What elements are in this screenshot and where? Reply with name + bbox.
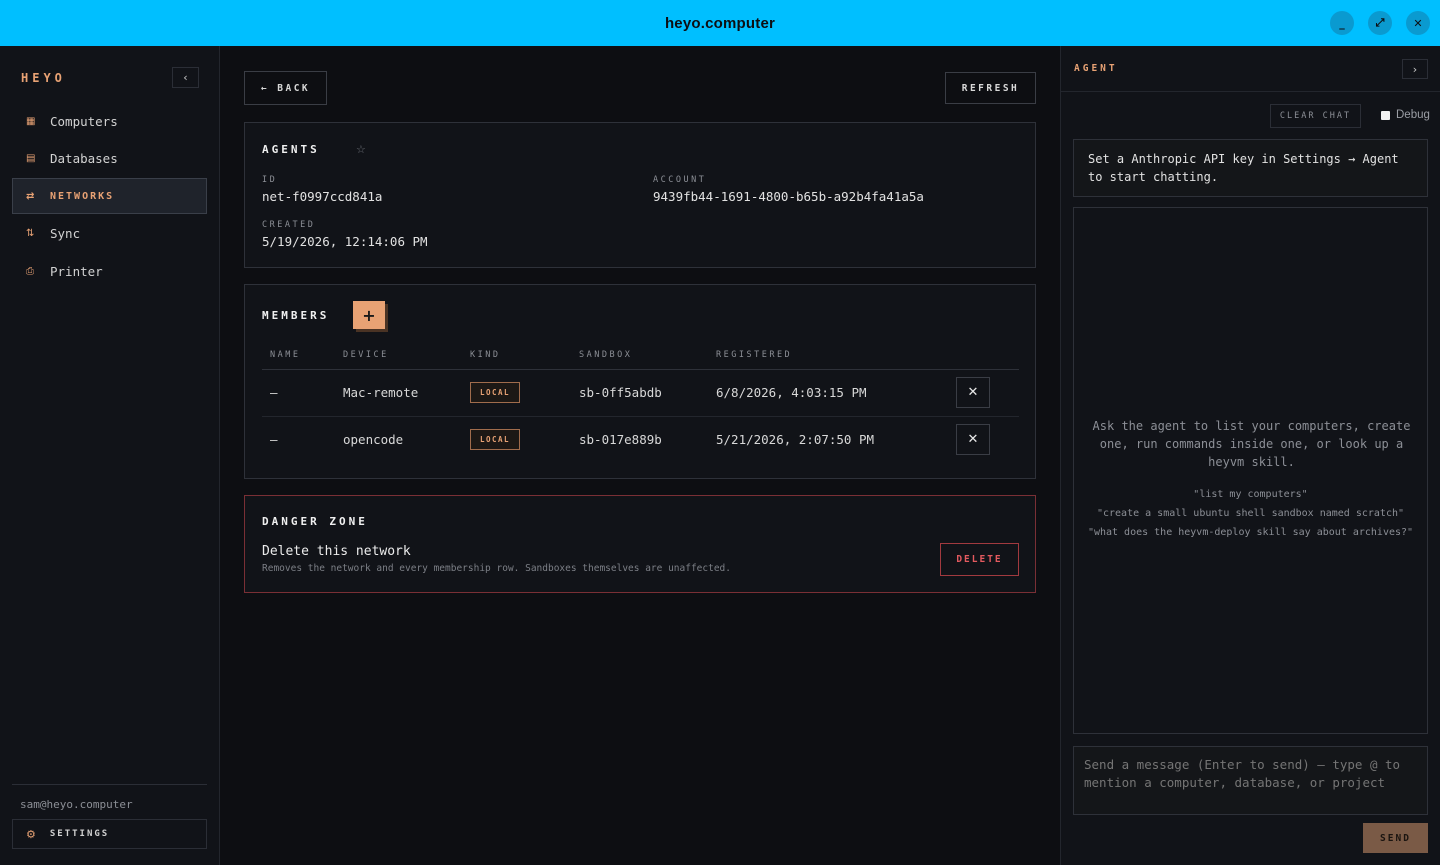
divider: [12, 784, 207, 785]
members-title: MEMBERS: [262, 309, 330, 322]
member-name: —: [262, 369, 335, 417]
debug-label: Debug: [1396, 109, 1430, 121]
api-key-notice: Set a Anthropic API key in Settings → Ag…: [1073, 139, 1428, 197]
star-icon[interactable]: ☆: [356, 143, 366, 156]
member-name: —: [270, 432, 278, 448]
title-bar: heyo.computer _ ⤢ ✕: [0, 0, 1440, 46]
sidebar-item-sync[interactable]: ⇅ Sync: [12, 216, 207, 252]
delete-network-button[interactable]: DELETE: [940, 543, 1019, 576]
member-kind-cell: LOCAL: [462, 369, 571, 417]
settings-label: SETTINGS: [49, 829, 110, 839]
add-member-button[interactable]: +: [353, 301, 385, 329]
sidebar-item-networks[interactable]: ⇄ NETWORKS: [12, 178, 207, 214]
agent-header: AGENT ›: [1061, 46, 1440, 92]
column-header: NAME: [262, 341, 335, 370]
window-controls: _ ⤢ ✕: [1330, 11, 1430, 35]
column-header-actions: [948, 341, 1019, 370]
danger-zone-title: DANGER ZONE: [262, 515, 368, 528]
danger-zone-panel: DANGER ZONE Delete this network Removes …: [244, 495, 1036, 593]
close-icon: ✕: [967, 432, 979, 448]
debug-checkbox[interactable]: [1381, 110, 1390, 120]
sidebar-item-printer[interactable]: ⎙ Printer: [12, 253, 207, 289]
plus-icon: +: [362, 305, 376, 325]
member-actions: ✕: [948, 416, 1019, 463]
network-title: AGENTS: [262, 143, 320, 156]
member-registered: 5/21/2026, 2:07:50 PM: [716, 432, 875, 448]
refresh-button[interactable]: REFRESH: [945, 72, 1036, 104]
close-icon: ✕: [967, 385, 979, 400]
sidebar-item-label: Sync: [50, 226, 81, 241]
gear-icon: ⚙: [26, 827, 38, 841]
sync-icon: ⇅: [26, 228, 35, 239]
created-label: CREATED: [262, 220, 316, 230]
id-label: ID: [262, 175, 278, 185]
column-header: DEVICE: [335, 341, 462, 370]
debug-toggle[interactable]: Debug: [1381, 109, 1430, 121]
clear-chat-button[interactable]: CLEAR CHAT: [1270, 104, 1361, 128]
member-sandbox: sb-0ff5abdb: [571, 369, 708, 417]
members-panel: MEMBERS + NAME DEVICE KIND SANDBOX REGIS…: [244, 284, 1036, 479]
computer-icon: ▦: [26, 115, 36, 127]
table-row: — opencode LOCAL sb-017e889b 5/21/2026, …: [262, 416, 1019, 463]
sidebar-item-label: Printer: [50, 263, 103, 279]
agent-panel: AGENT › CLEAR CHAT Debug Set a Anthropic…: [1060, 46, 1440, 865]
column-header: KIND: [462, 341, 571, 370]
danger-heading: Delete this network: [262, 544, 411, 559]
sidebar-item-label: Computers: [50, 113, 118, 129]
column-header: SANDBOX: [571, 341, 708, 370]
member-registered: 6/8/2026, 4:03:15 PM: [708, 369, 948, 417]
member-device: opencode: [343, 432, 404, 448]
chevron-left-icon: ‹: [183, 71, 188, 84]
network-icon: ⇄: [26, 190, 37, 202]
send-button[interactable]: SEND: [1363, 823, 1428, 853]
user-email: sam@heyo.computer: [20, 798, 133, 811]
collapse-sidebar-button[interactable]: ‹: [172, 67, 199, 88]
member-sandbox: sb-017e889b: [579, 432, 662, 448]
database-icon: ▤: [26, 153, 36, 164]
member-actions: ✕: [948, 369, 1019, 417]
printer-icon: ⎙: [26, 265, 34, 277]
sidebar-item-computers[interactable]: ▦ Computers: [12, 103, 207, 139]
sidebar-item-label: NETWORKS: [50, 190, 115, 202]
chevron-right-icon: ›: [1412, 62, 1418, 76]
agent-title: AGENT: [1074, 63, 1118, 74]
account-label: ACCOUNT: [653, 175, 707, 185]
column-header: REGISTERED: [708, 341, 948, 370]
sidebar-item-databases[interactable]: ▤ Databases: [12, 141, 207, 177]
network-id: net-f0997ccd841a: [262, 189, 383, 204]
remove-member-button[interactable]: ✕: [956, 377, 990, 408]
message-input[interactable]: [1073, 746, 1428, 815]
sidebar: HEYO ‹ ▦ Computers ▤ Databases ⇄ NETWORK…: [0, 46, 220, 865]
kind-badge: LOCAL: [470, 429, 521, 451]
example-prompts: "list my computers" "create a small ubun…: [1074, 485, 1427, 542]
danger-description: Removes the network and every membership…: [262, 563, 731, 574]
brand-logo: HEYO: [21, 71, 66, 85]
sidebar-item-label: Databases: [50, 151, 118, 166]
chat-hint: Ask the agent to list your computers, cr…: [1092, 419, 1411, 469]
created-value: 5/19/2026, 12:14:06 PM: [262, 234, 428, 249]
remove-member-button[interactable]: ✕: [956, 424, 990, 456]
main-content: ← BACK REFRESH AGENTS ☆ ID net-f0997ccd8…: [220, 46, 1060, 865]
example-prompt[interactable]: "what does the heyvm-deploy skill say ab…: [1074, 523, 1427, 542]
sidebar-nav: ▦ Computers ▤ Databases ⇄ NETWORKS ⇅ Syn…: [12, 103, 207, 291]
maximize-icon[interactable]: ⤢: [1368, 11, 1392, 35]
collapse-agent-button[interactable]: ›: [1402, 59, 1428, 79]
account-id: 9439fb44-1691-4800-b65b-a92b4fa41a5a: [653, 189, 924, 204]
table-row: — Mac-remote LOCAL sb-0ff5abdb 6/8/2026,…: [262, 369, 1019, 417]
example-prompt[interactable]: "create a small ubuntu shell sandbox nam…: [1074, 504, 1427, 523]
member-device: Mac-remote: [335, 369, 462, 417]
chat-log: Ask the agent to list your computers, cr…: [1073, 207, 1428, 734]
window-title: heyo.computer: [664, 14, 776, 32]
back-button[interactable]: ← BACK: [244, 71, 327, 105]
member-kind-cell: LOCAL: [462, 416, 571, 463]
kind-badge: LOCAL: [470, 382, 521, 403]
settings-button[interactable]: ⚙ SETTINGS: [12, 819, 207, 849]
close-icon[interactable]: ✕: [1406, 11, 1430, 35]
network-info-panel: AGENTS ☆ ID net-f0997ccd841a ACCOUNT 943…: [244, 122, 1036, 268]
minimize-icon[interactable]: _: [1330, 11, 1354, 35]
members-table: NAME DEVICE KIND SANDBOX REGISTERED — Ma…: [262, 341, 1019, 463]
example-prompt[interactable]: "list my computers": [1074, 485, 1427, 504]
